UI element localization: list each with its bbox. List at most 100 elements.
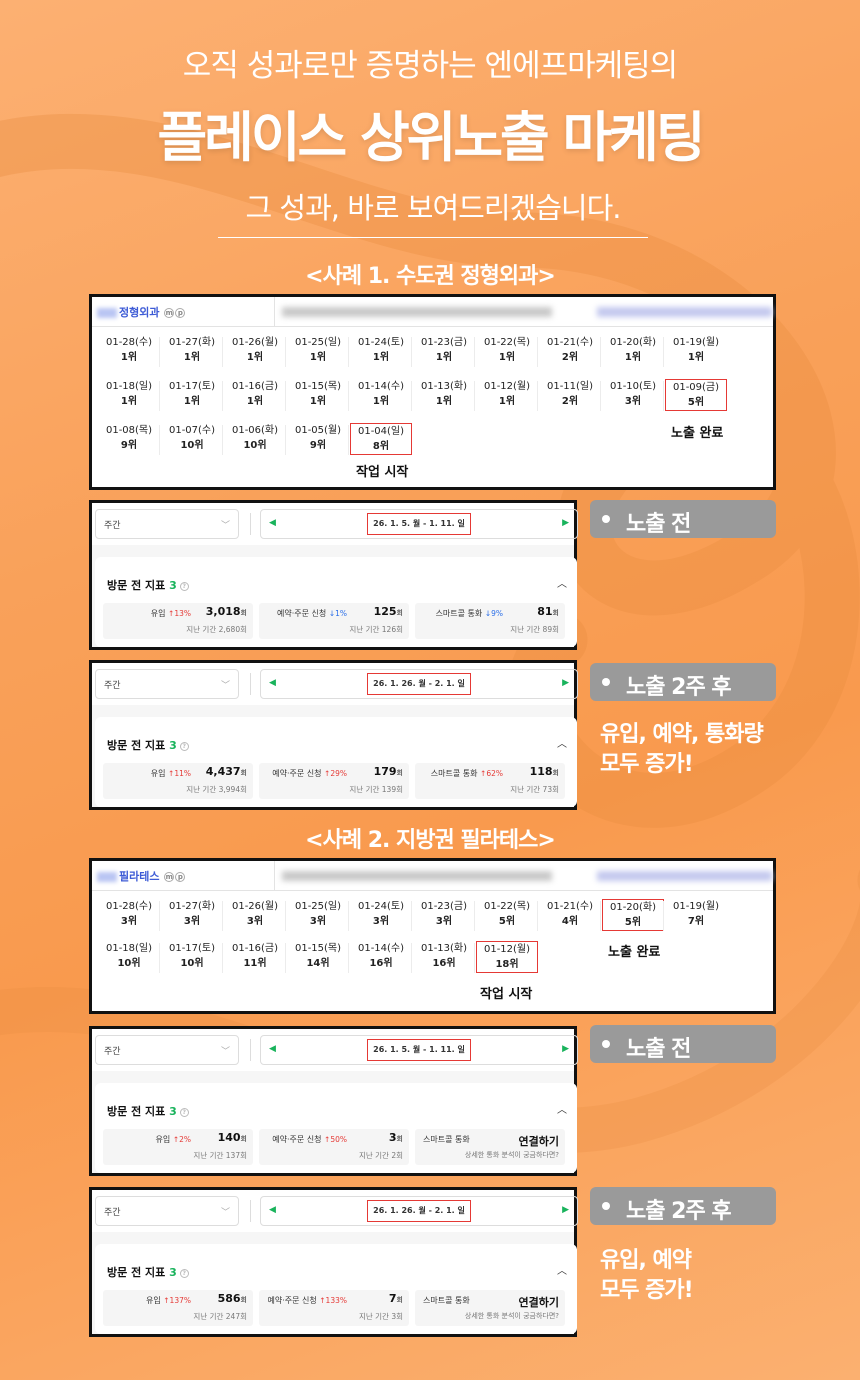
rank-cell: 01-13(화) 1위 (413, 379, 475, 409)
rank-cell: 01-10(토) 3위 (602, 379, 664, 409)
rank-value: 1위 (120, 352, 138, 363)
date-range: 26. 1. 5. 월 - 1. 11. 일 (367, 1039, 471, 1061)
period-select[interactable]: 주간 ﹀ (95, 1196, 239, 1226)
rank-date: 01-23(금) (420, 337, 468, 348)
rank-value: 3위 (435, 916, 453, 927)
rank-value: 3위 (624, 396, 642, 407)
prev-arrow-icon[interactable]: ◀ (269, 678, 276, 688)
rank-value: 1위 (183, 352, 201, 363)
rank-date: 01-21(수) (546, 337, 594, 348)
rank-value: 3위 (309, 916, 327, 927)
rank-value: 1위 (435, 352, 453, 363)
rank-cell: 01-12(월) 1위 (476, 379, 538, 409)
metric-inflow: 유입 ↑2% 140회 지난 기간 137회 (103, 1129, 253, 1165)
help-icon[interactable]: ? (179, 741, 189, 751)
case2-after-panel: 주간 ﹀ ◀ 26. 1. 26. 월 - 2. 1. 일 ▶ 방문 전 지표 3… (89, 1187, 578, 1337)
hero-header: 오직 성과로만 증명하는 엔에프마케팅의 플레이스 상위노출 마케팅 (0, 40, 860, 172)
metric-reservation: 예약·주문 신청 ↓1% 125회 지난 기간 126회 (259, 603, 409, 639)
rank-date: 01-24(토) (357, 337, 405, 348)
help-icon[interactable]: ? (179, 581, 189, 591)
rank-date: 01-25(일) (294, 901, 342, 912)
connect-link[interactable]: 연결하기 (519, 1133, 559, 1149)
rank-date: 01-22(목) (483, 901, 531, 912)
cell-divider (411, 901, 412, 931)
rank-value: 5위 (498, 916, 516, 927)
rank-date: 01-19(월) (672, 901, 720, 912)
cell-divider (474, 901, 475, 931)
rank-value: 5위 (624, 917, 642, 928)
prev-arrow-icon[interactable]: ◀ (269, 1044, 276, 1054)
date-range-nav: ◀ 26. 1. 5. 월 - 1. 11. 일 ▶ (260, 1035, 578, 1065)
rank-date: 01-27(화) (168, 901, 216, 912)
metric-reservation: 예약·주문 신청 ↑133% 7회 지난 기간 3회 (259, 1290, 409, 1326)
rank-value: 3위 (372, 916, 390, 927)
next-arrow-icon[interactable]: ▶ (562, 678, 569, 688)
date-range: 26. 1. 26. 월 - 2. 1. 일 (367, 1200, 471, 1222)
prev-arrow-icon[interactable]: ◀ (269, 518, 276, 528)
case2-after-pill: 노출 2주 후 (590, 1187, 776, 1225)
period-select[interactable]: 주간 ﹀ (95, 669, 239, 699)
help-icon[interactable]: ? (179, 1107, 189, 1117)
blurred-address (597, 871, 772, 881)
rank-value: 2위 (561, 396, 579, 407)
period-select[interactable]: 주간 ﹀ (95, 1035, 239, 1065)
cell-divider (411, 943, 412, 973)
rank-date: 01-13(화) (420, 943, 468, 954)
rank-value: 9위 (120, 440, 138, 451)
connect-link[interactable]: 연결하기 (519, 1294, 559, 1310)
collapse-caret-icon[interactable]: ︿ (557, 735, 567, 750)
metric-reservation: 예약·주문 신청 ↑50% 3회 지난 기간 2회 (259, 1129, 409, 1165)
rank-value: 1위 (435, 396, 453, 407)
case2-title: <사례 2. 지방권 필라테스> (305, 828, 556, 853)
case1-after-panel: 주간 ﹀ ◀ 26. 1. 26. 월 - 2. 1. 일 ▶ 방문 전 지표 3… (89, 660, 578, 810)
rank-value: 10위 (243, 440, 267, 451)
cell-divider (285, 901, 286, 931)
cell-divider (474, 943, 475, 973)
cell-divider (474, 381, 475, 411)
period-bar: 주간 ﹀ ◀ 26. 1. 26. 월 - 2. 1. 일 ▶ (92, 663, 578, 705)
metric-card: 방문 전 지표 3? ︿ 유입 ↑137% 586회 지난 기간 247회 예약… (95, 1244, 577, 1334)
collapse-caret-icon[interactable]: ︿ (557, 1101, 567, 1116)
rank-cell: 01-18(일) 1위 (98, 379, 160, 409)
rank-date: 01-14(수) (357, 381, 405, 392)
next-arrow-icon[interactable]: ▶ (562, 518, 569, 528)
rank-value: 2위 (561, 352, 579, 363)
rank-date: 01-28(수) (105, 337, 153, 348)
date-range-nav: ◀ 26. 1. 26. 월 - 2. 1. 일 ▶ (260, 669, 578, 699)
rank-cell: 01-28(수) 1위 (98, 335, 160, 365)
rank-date: 01-08(목) (105, 425, 153, 436)
rank-cell: 01-09(금) 5위 (665, 379, 727, 411)
blurred-keyword (282, 307, 552, 317)
rank-date: 01-15(목) (294, 943, 342, 954)
section-title: 방문 전 지표 3? (107, 737, 189, 753)
rank-date: 01-13(화) (420, 381, 468, 392)
rank-cell: 01-20(화) 1위 (602, 335, 664, 365)
bullet-icon (602, 1040, 610, 1048)
next-arrow-icon[interactable]: ▶ (562, 1044, 569, 1054)
bullet-icon (602, 515, 610, 523)
hero-tagline: 그 성과, 바로 보여드리겠습니다. (218, 185, 648, 238)
collapse-caret-icon[interactable]: ︿ (557, 1262, 567, 1277)
cell-divider (222, 901, 223, 931)
cell-divider (222, 425, 223, 455)
cell-divider (159, 381, 160, 411)
bullet-icon (602, 1202, 610, 1210)
case2-place-name: 필라테스 mp (97, 868, 186, 884)
metric-reservation: 예약·주문 신청 ↑29% 179회 지난 기간 139회 (259, 763, 409, 799)
rank-date: 01-15(목) (294, 381, 342, 392)
period-select[interactable]: 주간 ﹀ (95, 509, 239, 539)
rank-value: 1위 (498, 352, 516, 363)
date-range: 26. 1. 26. 월 - 2. 1. 일 (367, 673, 471, 695)
m-badge-icon: m (164, 872, 175, 882)
header-divider (274, 297, 275, 327)
case1-note: 유입, 예약, 통화량 모두 증가! (600, 722, 764, 777)
prev-arrow-icon[interactable]: ◀ (269, 1205, 276, 1215)
metric-inflow: 유입 ↑137% 586회 지난 기간 247회 (103, 1290, 253, 1326)
rank-cell: 01-21(수) 2위 (539, 335, 601, 365)
rank-cell: 01-16(금) 1위 (224, 379, 286, 409)
rank-date: 01-19(월) (672, 337, 720, 348)
rank-value: 1위 (246, 396, 264, 407)
next-arrow-icon[interactable]: ▶ (562, 1205, 569, 1215)
help-icon[interactable]: ? (179, 1268, 189, 1278)
collapse-caret-icon[interactable]: ︿ (557, 575, 567, 590)
